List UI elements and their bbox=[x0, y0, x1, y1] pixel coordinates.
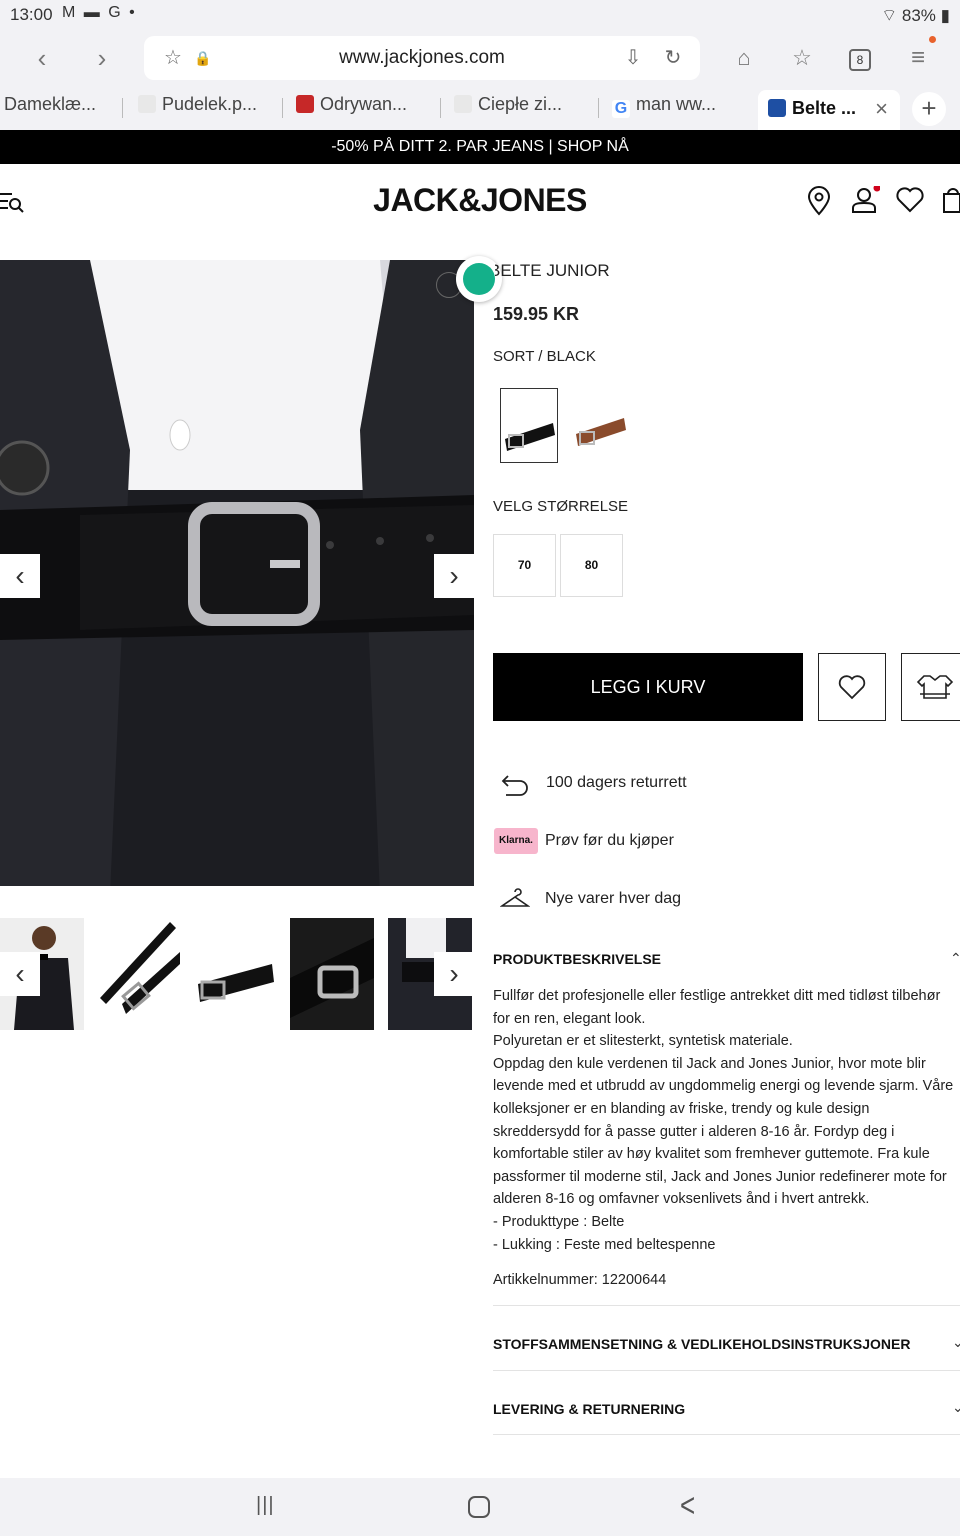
reload-icon[interactable]: ↻ bbox=[658, 43, 688, 73]
hanger-icon bbox=[499, 888, 531, 912]
description-line: kolleksjoner er en blanding av friske, t… bbox=[493, 1101, 870, 1117]
delivery-returns-section[interactable]: LEVERING & RETURNERING bbox=[493, 1401, 685, 1417]
perk-returns: 100 dagers returrett bbox=[546, 774, 687, 791]
notification-icons: M ▬ G • bbox=[62, 4, 137, 21]
expand-chevron-icon[interactable]: ⌄ bbox=[952, 1334, 960, 1351]
home-nav-icon[interactable] bbox=[468, 1496, 490, 1518]
product-price: 159.95 KR bbox=[493, 304, 580, 324]
tabs-icon[interactable]: 8 bbox=[842, 40, 878, 76]
product-name: BELTE JUNIOR bbox=[495, 261, 610, 280]
home-icon[interactable]: ⌂ bbox=[726, 40, 762, 76]
thumbnail-2[interactable] bbox=[96, 918, 180, 1030]
tab-3[interactable]: Odrywan... bbox=[296, 94, 426, 124]
cart-icon[interactable] bbox=[942, 186, 960, 216]
tab-4[interactable]: Ciepłe zi... bbox=[454, 94, 584, 124]
size-option-80[interactable]: 80 bbox=[560, 534, 623, 597]
description-line: - Produkttype : Belte bbox=[493, 1214, 625, 1230]
address-bar[interactable]: ☆ 🔒 www.jackjones.com ⇩ ↻ bbox=[144, 36, 700, 80]
favicon bbox=[138, 95, 156, 113]
tab-strip: Dameklæ... Pudelek.p... Odrywan... Ciepł… bbox=[0, 86, 960, 130]
account-icon[interactable] bbox=[850, 184, 881, 216]
favicon bbox=[454, 95, 472, 113]
battery-icon: ▮ bbox=[935, 6, 950, 25]
size-label: VELG STØRRELSE bbox=[493, 498, 629, 515]
swatch-black[interactable] bbox=[500, 388, 558, 463]
product-main-image[interactable] bbox=[0, 260, 474, 894]
description-line: Oppdag den kule verdenen til Jack and Jo… bbox=[493, 1055, 926, 1072]
description-line: Fullfør det profesjonelle eller festlige… bbox=[493, 988, 941, 1004]
battery-level: ⌔ 83% ▮ bbox=[881, 6, 950, 25]
composition-care-section[interactable]: STOFFSAMMENSETNING & VEDLIKEHOLDSINSTRUK… bbox=[493, 1336, 910, 1352]
favicon bbox=[768, 99, 786, 117]
tab-5[interactable]: Gman ww... bbox=[612, 94, 742, 124]
thumbnail-4[interactable] bbox=[290, 918, 374, 1030]
favicon bbox=[296, 95, 314, 113]
forward-icon[interactable]: › bbox=[84, 40, 120, 76]
menu-badge bbox=[929, 36, 936, 43]
google-icon: G bbox=[612, 100, 630, 118]
status-time: 13:00 bbox=[10, 5, 53, 24]
description-heading[interactable]: PRODUKTBESKRIVELSE bbox=[493, 951, 661, 967]
description-line: levende med et utbrudd av ungdommelig en… bbox=[493, 1078, 954, 1095]
expand-chevron-icon[interactable]: ⌄ bbox=[952, 1399, 960, 1416]
collapse-chevron-icon[interactable]: ⌃ bbox=[950, 950, 960, 967]
url-text[interactable]: www.jackjones.com bbox=[144, 47, 700, 69]
store-locator-icon[interactable] bbox=[806, 186, 836, 216]
klarna-icon: Klarna. bbox=[494, 828, 538, 854]
tab-1[interactable]: Dameklæ... bbox=[4, 94, 114, 124]
status-bar: 13:00 M ▬ G • ⌔ 83% ▮ bbox=[0, 0, 960, 30]
system-navigation-bar: ||| < bbox=[0, 1478, 960, 1536]
new-tab-button[interactable]: + bbox=[912, 92, 946, 126]
promo-banner[interactable]: -50% PÅ DITT 2. PAR JEANS | SHOP NÅ bbox=[0, 130, 960, 164]
perk-new-arrivals: Nye varer hver dag bbox=[545, 890, 682, 907]
shirt-icon bbox=[916, 675, 954, 699]
prev-thumbnail-arrow[interactable]: ‹ bbox=[0, 952, 40, 996]
color-label: SORT / BLACK bbox=[493, 348, 596, 365]
tab-active[interactable]: Belte ... × bbox=[758, 90, 900, 130]
prev-image-arrow[interactable]: ‹ bbox=[0, 554, 40, 598]
heart-icon bbox=[838, 675, 866, 700]
thumbnail-3[interactable] bbox=[192, 918, 276, 1030]
description-line: - Lukking : Feste med beltespenne bbox=[493, 1236, 716, 1253]
size-option-70[interactable]: 70 bbox=[493, 534, 556, 597]
back-nav-icon[interactable]: < bbox=[680, 1485, 695, 1525]
article-number: Artikkelnummer: 12200644 bbox=[493, 1272, 667, 1288]
download-icon[interactable]: ⇩ bbox=[618, 43, 648, 73]
next-thumbnail-arrow[interactable]: › bbox=[434, 952, 474, 996]
close-tab-icon[interactable]: × bbox=[875, 96, 888, 122]
description-line: skreddersydd for å passe gutter i aldere… bbox=[493, 1123, 895, 1140]
return-arrow-icon bbox=[500, 770, 530, 798]
description-line: alderen 8-16 og omfavner voksenlivets ån… bbox=[493, 1191, 870, 1208]
add-to-wishlist-button[interactable] bbox=[818, 653, 886, 721]
next-image-arrow[interactable]: › bbox=[434, 554, 474, 598]
menu-icon[interactable]: ≡ bbox=[900, 40, 936, 76]
bookmarks-icon[interactable]: ☆ bbox=[784, 40, 820, 76]
description-line: for en ren, elegant look. bbox=[493, 1010, 646, 1027]
wishlist-icon[interactable] bbox=[896, 186, 926, 216]
description-line: passformer til moderne stil, Jack and Jo… bbox=[493, 1168, 947, 1185]
add-to-cart-button[interactable]: LEGG I KURV bbox=[493, 653, 803, 721]
size-guide-button[interactable] bbox=[901, 653, 960, 721]
recents-icon[interactable]: ||| bbox=[256, 1494, 275, 1517]
perk-klarna: Prøv før du kjøper bbox=[545, 832, 674, 849]
tab-2[interactable]: Pudelek.p... bbox=[138, 94, 268, 124]
wifi-icon: ⌔ bbox=[881, 6, 902, 25]
back-icon[interactable]: ‹ bbox=[24, 40, 60, 76]
swatch-brown[interactable] bbox=[570, 388, 628, 463]
browser-toolbar: ‹ › ☆ 🔒 www.jackjones.com ⇩ ↻ ⌂ ☆ 8 ≡ bbox=[0, 30, 960, 86]
description-line: Polyuretan er et slitesterkt, syntetisk … bbox=[493, 1033, 793, 1050]
description-line: komfortable stiler av høy kvalitet som f… bbox=[493, 1146, 930, 1163]
